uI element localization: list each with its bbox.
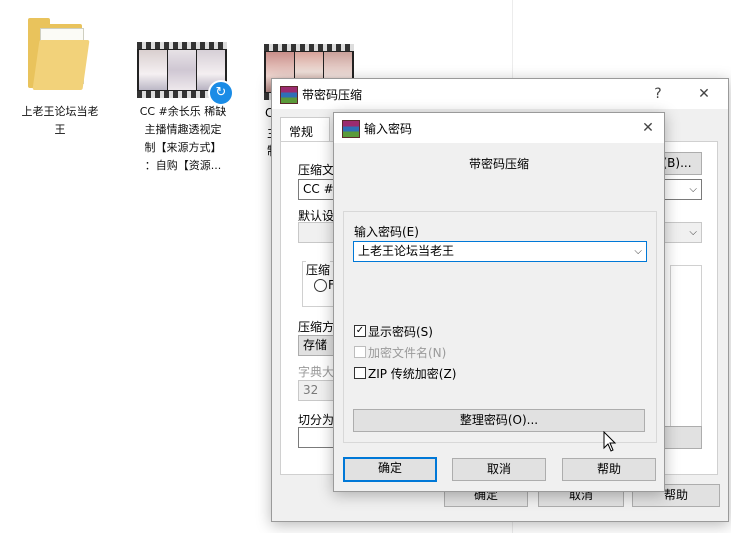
encrypt-filenames-checkbox[interactable] [354,346,366,358]
password-heading: 带密码压缩 [468,157,529,171]
video-label-line1: CC #余长乐 稀缺 [139,105,227,118]
folder-label-line1: 上老王论坛当老 [21,105,99,118]
winrar-app-icon-2 [342,120,360,138]
password-input[interactable]: 上老王论坛当老王 ⌵ [353,241,647,262]
dict-value: 32 [303,383,319,397]
chevron-down-icon: ⌵ [689,184,697,195]
zip-legacy-checkbox[interactable] [354,367,366,379]
encrypt-filenames-label: 加密文件名(N) [368,346,447,360]
close-icon[interactable]: ✕ [694,84,714,104]
password-value: 上老王论坛当老王 [358,244,455,258]
show-password-checkbox[interactable]: ✓ [354,325,366,337]
method-label: 压缩方 [298,320,335,334]
archive-dialog-title: 带密码压缩 [302,88,363,102]
password-ok-label: 确定 [377,461,402,475]
video-label-line2: 主播情趣透视定 [144,123,222,136]
password-ok-button[interactable]: 确定 [343,457,437,482]
organize-passwords-label: 整理密码(O)... [459,413,539,427]
dict-select[interactable]: 32 [298,380,338,401]
password-dialog-titlebar[interactable]: 输入密码 ✕ [334,113,664,143]
password-label: 输入密码(E) [354,225,419,239]
password-help-label: 帮助 [596,462,621,476]
browse-button-label: (B)... [662,156,692,170]
folder-icon[interactable] [26,14,90,94]
password-cancel-label: 取消 [486,462,511,476]
method-select[interactable]: 存储 [298,335,338,356]
zip-legacy-label: ZIP 传统加密(Z) [368,367,457,381]
organize-passwords-button[interactable]: 整理密码(O)... [353,409,645,432]
chevron-down-icon-3: ⌵ [634,246,642,257]
chevron-down-icon-2: ⌵ [689,227,697,238]
main-help-label: 帮助 [663,488,688,502]
password-dialog-title: 输入密码 [364,122,413,136]
archive-name-label: 压缩文 [298,163,335,177]
password-close-icon[interactable]: ✕ [638,118,658,138]
radio-button[interactable] [314,279,327,292]
tab-general-label: 常规 [289,125,314,139]
winrar-app-icon [280,86,298,104]
split-label: 切分为 [298,413,335,427]
archive-dialog-titlebar[interactable]: 带密码压缩 ? ✕ [272,79,728,109]
right-group-box [670,265,702,427]
help-icon[interactable]: ? [648,84,668,104]
folder-label-line2: 王 [54,123,66,136]
tab-general[interactable]: 常规 [280,117,330,142]
dict-label: 字典大 [298,365,335,379]
split-field[interactable] [298,427,338,448]
show-password-label: 显示密码(S) [368,325,433,339]
mouse-cursor-icon [603,431,617,452]
method-value: 存储 [303,338,328,352]
video-label-line3: 制【来源方式】 [144,141,222,154]
password-help-button[interactable]: 帮助 [562,458,656,481]
video-label-line4: ：自购【资源... [144,159,222,172]
compression-group-label: 压缩 [306,261,331,278]
password-cancel-button[interactable]: 取消 [452,458,546,481]
